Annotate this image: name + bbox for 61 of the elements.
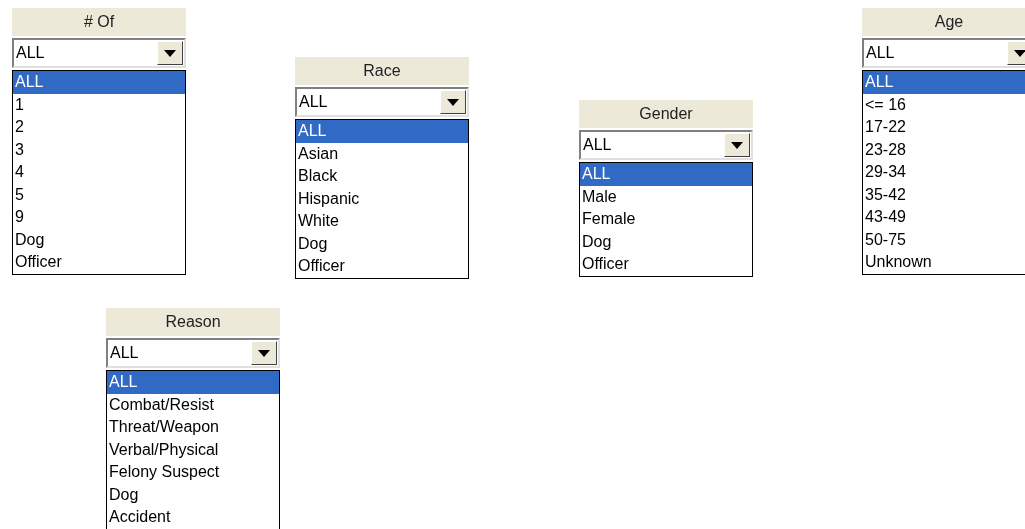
list-option[interactable]: Officer xyxy=(580,253,752,276)
list-option[interactable]: ALL xyxy=(107,371,279,394)
list-option[interactable]: ALL xyxy=(863,71,1025,94)
list-option[interactable]: 1 xyxy=(13,93,185,116)
dropdown-field[interactable]: ALL xyxy=(12,38,186,68)
list-option[interactable]: 35-42 xyxy=(863,183,1025,206)
dropdown-arrow-button[interactable] xyxy=(251,341,277,365)
list-option[interactable]: 2 xyxy=(13,116,185,139)
dropdown-arrow-button[interactable] xyxy=(157,41,183,65)
list-option[interactable]: 50-75 xyxy=(863,228,1025,251)
filter-title: # Of xyxy=(12,8,186,36)
list-option[interactable]: Accident xyxy=(107,506,279,529)
dropdown-field[interactable]: ALL xyxy=(295,87,469,117)
list-option[interactable]: ALL xyxy=(13,71,185,94)
dropdown-arrow-button[interactable] xyxy=(724,133,750,157)
list-option[interactable]: Male xyxy=(580,185,752,208)
list-option[interactable]: 3 xyxy=(13,138,185,161)
list-option[interactable]: Verbal/Physical xyxy=(107,438,279,461)
list-option[interactable]: Black xyxy=(296,165,468,188)
list-option[interactable]: Threat/Weapon xyxy=(107,416,279,439)
dropdown-field[interactable]: ALL xyxy=(862,38,1025,68)
list-option[interactable]: 17-22 xyxy=(863,116,1025,139)
caret-icon xyxy=(731,141,743,149)
list-option[interactable]: Combat/Resist xyxy=(107,393,279,416)
caret-icon xyxy=(258,349,270,357)
list-option[interactable]: White xyxy=(296,210,468,233)
list-option[interactable]: Dog xyxy=(13,228,185,251)
list-option[interactable]: Hispanic xyxy=(296,187,468,210)
filter-title: Race xyxy=(295,57,469,85)
dropdown-value: ALL xyxy=(110,343,140,363)
caret-icon xyxy=(447,98,459,106)
list-option[interactable]: Officer xyxy=(13,251,185,274)
dropdown-value: ALL xyxy=(299,92,329,112)
filter-title: Reason xyxy=(106,308,280,336)
filter-title: Gender xyxy=(579,100,753,128)
list-option[interactable]: Officer xyxy=(296,255,468,278)
list-option[interactable]: 4 xyxy=(13,161,185,184)
dropdown-field[interactable]: ALL xyxy=(106,338,280,368)
list-option[interactable]: 29-34 xyxy=(863,161,1025,184)
list-option[interactable]: 5 xyxy=(13,183,185,206)
list-option[interactable]: Asian xyxy=(296,142,468,165)
list-option[interactable]: Felony Suspect xyxy=(107,461,279,484)
dropdown-value: ALL xyxy=(866,43,896,63)
list-option[interactable]: ALL xyxy=(296,120,468,143)
list-option[interactable]: <= 16 xyxy=(863,93,1025,116)
filter-title: Age xyxy=(862,8,1025,36)
list-option[interactable]: 43-49 xyxy=(863,206,1025,229)
caret-icon xyxy=(164,49,176,57)
list-option[interactable]: Unknown xyxy=(863,251,1025,274)
list-option[interactable]: Dog xyxy=(296,232,468,255)
dropdown-value: ALL xyxy=(583,135,613,155)
list-option[interactable]: Dog xyxy=(107,483,279,506)
list-option[interactable]: Dog xyxy=(580,230,752,253)
list-option[interactable]: 9 xyxy=(13,206,185,229)
list-option[interactable]: ALL xyxy=(580,163,752,186)
list-option[interactable]: Female xyxy=(580,208,752,231)
dropdown-arrow-button[interactable] xyxy=(440,90,466,114)
dropdown-value: ALL xyxy=(16,43,46,63)
list-option[interactable]: 23-28 xyxy=(863,138,1025,161)
dropdown-field[interactable]: ALL xyxy=(579,130,753,160)
caret-icon xyxy=(1014,49,1025,57)
